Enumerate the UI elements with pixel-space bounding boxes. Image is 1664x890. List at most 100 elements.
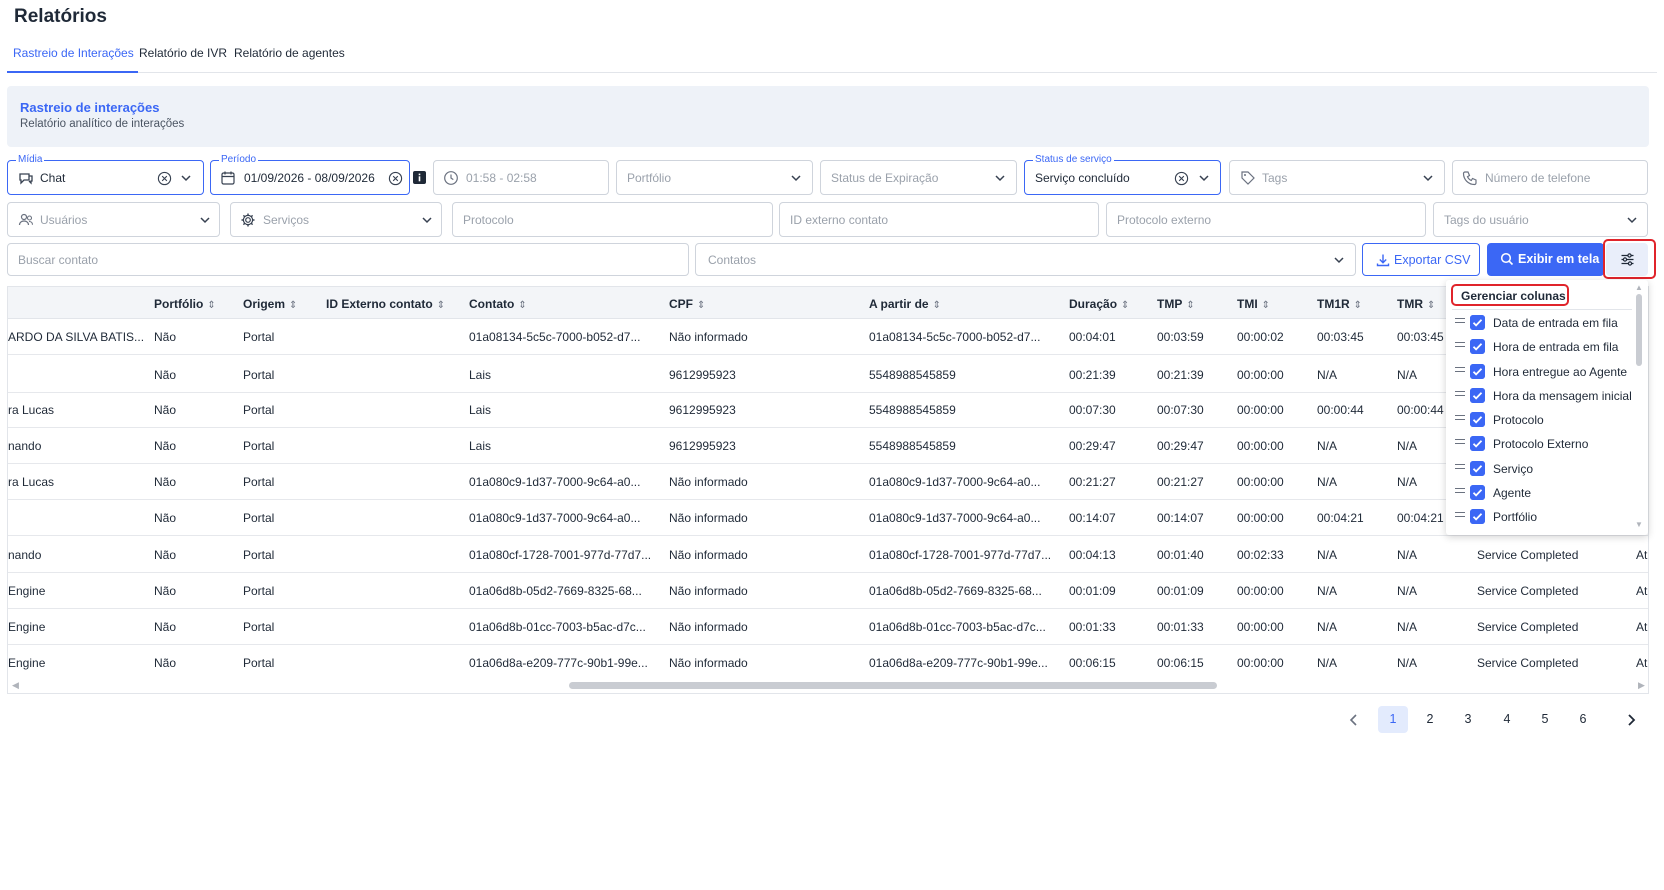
clear-icon[interactable] [1174, 171, 1189, 186]
col-header-duracao[interactable]: Duração ⇕ [1069, 297, 1129, 311]
table-row[interactable]: nando Não Portal 01a080cf-1728-7001-977d-77… [8, 537, 1648, 573]
exibir-em-tela-button[interactable]: Exibir em tela [1487, 243, 1604, 276]
chevron-down-icon[interactable] [198, 213, 212, 227]
page-2-button[interactable]: 2 [1415, 706, 1445, 733]
checkbox-checked-icon[interactable] [1470, 364, 1485, 379]
drag-handle-icon[interactable] [1455, 318, 1465, 327]
horizontal-scroll-thumb[interactable] [569, 682, 1217, 689]
page-6-button[interactable]: 6 [1568, 706, 1598, 733]
id-externo-input[interactable]: ID externo contato [779, 202, 1099, 237]
status-servico-select[interactable]: Status de serviço Serviço concluído [1024, 153, 1221, 195]
col-header-origem[interactable]: Origem ⇕ [243, 297, 297, 311]
col-header-contato[interactable]: Contato ⇕ [469, 297, 527, 311]
horario-range[interactable]: 01:58 - 02:58 [433, 160, 609, 195]
column-option[interactable]: Portfólio [1446, 505, 1631, 530]
page-3-button[interactable]: 3 [1453, 706, 1483, 733]
table-row[interactable]: Engine Não Portal 01a06d8a-e209-777c-90b1-9… [8, 645, 1648, 681]
protocolo-externo-input[interactable]: Protocolo externo [1106, 202, 1426, 237]
contatos-select[interactable]: Contatos [695, 243, 1356, 276]
drag-handle-icon[interactable] [1455, 367, 1465, 376]
cell-a-partir-de: 01a08134-5c5c-7000-b052-d7... [869, 330, 1041, 344]
cell-tmi: 00:00:00 [1237, 439, 1284, 453]
checkbox-checked-icon[interactable] [1470, 315, 1485, 330]
checkbox-checked-icon[interactable] [1470, 461, 1485, 476]
protocolo-input[interactable]: Protocolo [452, 202, 773, 237]
column-option[interactable]: Hora da mensagem inicial [1446, 384, 1632, 409]
drag-handle-icon[interactable] [1455, 342, 1465, 351]
column-option[interactable]: Agente [1446, 481, 1631, 506]
chevron-down-icon[interactable] [1421, 171, 1435, 185]
telefone-input[interactable]: Número de telefone [1452, 160, 1648, 195]
column-option[interactable]: Hora de entrada em fila [1446, 335, 1631, 360]
column-option[interactable]: Hora entregue ao Agente [1446, 360, 1631, 385]
page-1-button[interactable]: 1 [1378, 706, 1408, 733]
clear-icon[interactable] [388, 171, 403, 186]
tab-rastreio-interacoes[interactable]: Rastreio de Interações [13, 46, 134, 60]
col-header-portfolio[interactable]: Portfólio ⇕ [154, 297, 216, 311]
column-option[interactable]: Protocolo [1446, 408, 1631, 433]
drag-handle-icon[interactable] [1455, 415, 1465, 424]
vertical-scroll-thumb[interactable] [1636, 294, 1642, 366]
tags-select[interactable]: Tags [1229, 160, 1445, 195]
chevron-down-icon[interactable] [1197, 171, 1211, 185]
scroll-up-icon[interactable]: ▲ [1635, 283, 1643, 292]
col-header-tmp[interactable]: TMP ⇕ [1157, 297, 1195, 311]
midia-select[interactable]: Mídia Chat [7, 153, 204, 195]
tab-relatorio-agentes[interactable]: Relatório de agentes [234, 46, 345, 60]
servicos-select[interactable]: Serviços [230, 202, 442, 237]
drag-handle-icon[interactable] [1455, 464, 1465, 473]
scroll-down-icon[interactable]: ▼ [1635, 520, 1643, 529]
table-row[interactable]: nando Não Portal Lais 9612995923 554898854585… [8, 428, 1648, 464]
table-row[interactable]: Engine Não Portal 01a06d8b-01cc-7003-b5ac-d… [8, 609, 1648, 645]
table-row[interactable]: ARDO DA SILVA BATIS... Não Portal 01a08134-… [8, 319, 1648, 355]
col-header-tmi[interactable]: TMI ⇕ [1237, 297, 1270, 311]
tags-usuario-select[interactable]: Tags do usuário [1433, 202, 1648, 237]
buscar-contato-input[interactable]: Buscar contato [7, 243, 689, 276]
chevron-down-icon[interactable] [420, 213, 434, 227]
page-4-button[interactable]: 4 [1492, 706, 1522, 733]
drag-handle-icon[interactable] [1455, 512, 1465, 521]
table-row[interactable]: ra Lucas Não Portal 01a080c9-1d37-7000-9c64… [8, 464, 1648, 500]
checkbox-checked-icon[interactable] [1470, 436, 1485, 451]
chevron-left-icon[interactable] [1346, 712, 1362, 728]
col-header-tmr[interactable]: TMR ⇕ [1397, 297, 1435, 311]
table-row[interactable]: ra Lucas Não Portal Lais 9612995923 554898854… [8, 392, 1648, 428]
status-expiracao-select[interactable]: Status de Expiração [820, 160, 1017, 195]
status-expiracao-placeholder: Status de Expiração [831, 171, 939, 185]
tab-relatorio-ivr[interactable]: Relatório de IVR [139, 46, 227, 60]
tags-usuario-placeholder: Tags do usuário [1444, 213, 1529, 227]
column-option[interactable]: Serviço [1446, 457, 1631, 482]
table-row[interactable]: Engine Não Portal 01a06d8b-05d2-7669-8325-6… [8, 573, 1648, 609]
checkbox-checked-icon[interactable] [1470, 412, 1485, 427]
chevron-down-icon[interactable] [789, 171, 803, 185]
scroll-left-icon[interactable]: ◀ [12, 680, 19, 691]
chevron-down-icon[interactable] [179, 171, 193, 185]
checkbox-checked-icon[interactable] [1470, 509, 1485, 524]
scroll-right-icon[interactable]: ▶ [1638, 680, 1645, 691]
col-header-a-partir-de[interactable]: A partir de ⇕ [869, 297, 941, 311]
col-header-id-externo[interactable]: ID Externo contato ⇕ [326, 297, 445, 311]
export-csv-button[interactable]: Exportar CSV [1362, 243, 1480, 276]
chevron-right-icon[interactable] [1623, 712, 1639, 728]
column-option[interactable]: Protocolo Externo [1446, 432, 1631, 457]
periodo-date-range[interactable]: Período 01/09/2026 - 08/09/2026 [210, 153, 410, 195]
info-icon[interactable] [413, 171, 426, 184]
table-row[interactable]: Não Portal Lais 9612995923 5548988545859 00:2… [8, 357, 1648, 393]
col-header-tm1r[interactable]: TM1R ⇕ [1317, 297, 1362, 311]
drag-handle-icon[interactable] [1455, 439, 1465, 448]
clear-icon[interactable] [157, 171, 172, 186]
column-option[interactable]: Data de entrada em fila [1446, 311, 1631, 336]
table-row[interactable]: Não Portal 01a080c9-1d37-7000-9c64-a0... Nã… [8, 500, 1648, 536]
chevron-down-icon[interactable] [1625, 213, 1639, 227]
page-5-button[interactable]: 5 [1530, 706, 1560, 733]
checkbox-checked-icon[interactable] [1470, 485, 1485, 500]
usuarios-select[interactable]: Usuários [7, 202, 220, 237]
checkbox-checked-icon[interactable] [1470, 339, 1485, 354]
drag-handle-icon[interactable] [1455, 391, 1465, 400]
col-header-cpf[interactable]: CPF ⇕ [669, 297, 705, 311]
drag-handle-icon[interactable] [1455, 488, 1465, 497]
chevron-down-icon[interactable] [993, 171, 1007, 185]
checkbox-checked-icon[interactable] [1470, 388, 1485, 403]
portfolio-select[interactable]: Portfólio [616, 160, 813, 195]
chevron-down-icon[interactable] [1332, 253, 1346, 267]
